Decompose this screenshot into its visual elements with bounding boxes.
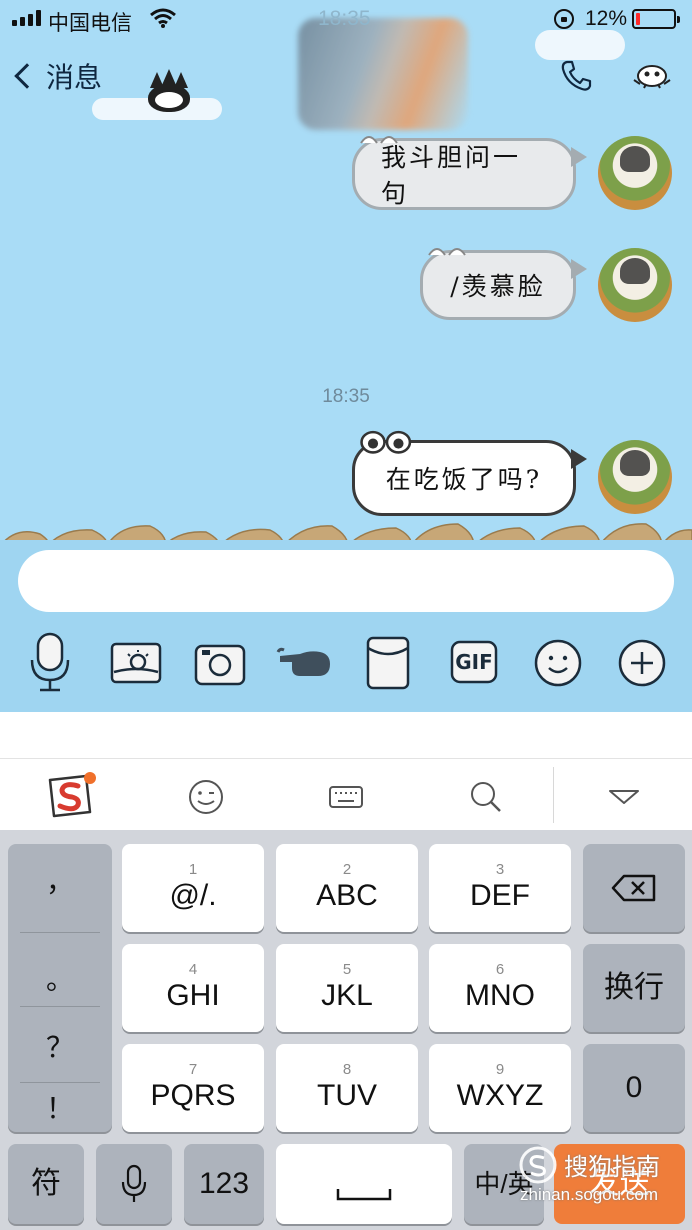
photo-icon[interactable] <box>108 630 164 696</box>
voice-key[interactable] <box>96 1144 172 1224</box>
message-input[interactable] <box>18 550 674 612</box>
watermark-url: zhinan.sogou.com <box>520 1185 658 1204</box>
key-6[interactable]: 6 MNO <box>429 944 571 1032</box>
avatar[interactable] <box>598 248 672 322</box>
message-text: /羡慕脸 <box>450 272 546 301</box>
backspace-key[interactable] <box>583 844 685 932</box>
key-2[interactable]: 2 ABC <box>276 844 418 932</box>
time-divider: 18:35 <box>322 386 370 407</box>
message-bubble[interactable]: 我斗胆问一句 <box>352 136 587 210</box>
key-7[interactable]: 7 PQRS <box>122 1044 264 1132</box>
key-number: 1 <box>188 861 198 878</box>
watermark: 搜狗指南 zhinan.sogou.com <box>512 1145 682 1215</box>
key-label: DEF <box>470 879 530 912</box>
profile-icon[interactable] <box>630 62 674 90</box>
key-label: PQRS <box>150 1079 236 1112</box>
microphone-icon <box>121 1164 147 1202</box>
key-label: WXYZ <box>456 1079 544 1112</box>
red-packet-icon[interactable] <box>360 630 416 696</box>
bubble-eyes-decoration <box>360 430 412 454</box>
key-label: MNO <box>465 979 535 1012</box>
microphone-icon[interactable] <box>22 630 78 696</box>
wifi-icon <box>150 8 176 28</box>
back-button[interactable]: 消息 <box>8 56 102 96</box>
divider <box>553 767 554 823</box>
keyboard-icon[interactable] <box>326 777 366 817</box>
phone-icon[interactable] <box>558 58 594 94</box>
key-0[interactable]: 0 <box>583 1044 685 1132</box>
poke-icon[interactable] <box>274 630 336 696</box>
signal-icon <box>12 10 41 26</box>
number-mode-key[interactable]: 123 <box>184 1144 264 1224</box>
message-bubble[interactable]: 在吃饭了吗? <box>352 430 587 516</box>
punctuation-column: ， 。 ？ ！ <box>8 844 112 1132</box>
key-4[interactable]: 4 GHI <box>122 944 264 1032</box>
key-label: 换行 <box>604 971 664 1004</box>
key-number: 2 <box>342 861 352 878</box>
battery-fill <box>636 13 640 25</box>
key-number: 8 <box>342 1061 352 1078</box>
symbols-key[interactable]: 符 <box>8 1144 84 1224</box>
backspace-icon <box>611 874 656 902</box>
key-number: 9 <box>495 1061 505 1078</box>
chat-toolbar: GIF <box>0 630 692 700</box>
key-8[interactable]: 8 TUV <box>276 1044 418 1132</box>
sogou-logo[interactable] <box>46 772 96 820</box>
key-label: JKL <box>321 979 373 1012</box>
status-time: 18:35 <box>318 7 371 30</box>
status-bar: 中国电信 18:35 12% <box>0 0 692 40</box>
chat-background: 中国电信 18:35 12% 消息 我斗胆问一句 /羡慕脸 18:35 在吃饭了… <box>0 0 692 712</box>
battery-percent: 12% <box>585 7 628 30</box>
keyboard-topbar <box>0 758 692 830</box>
key-label: TUV <box>317 1079 377 1112</box>
search-icon[interactable] <box>466 777 506 817</box>
message-text: 我斗胆问一句 <box>381 143 522 208</box>
key-3[interactable]: 3 DEF <box>429 844 571 932</box>
back-label: 消息 <box>46 62 103 93</box>
key-label: 0 <box>625 1071 643 1104</box>
key-number: 3 <box>495 861 505 878</box>
emoji-icon[interactable] <box>186 777 226 817</box>
key-label: @/. <box>169 879 217 912</box>
key-9[interactable]: 9 WXYZ <box>429 1044 571 1132</box>
chevron-left-icon <box>14 63 40 89</box>
message-bubble[interactable]: /羡慕脸 <box>420 248 587 320</box>
rotation-lock-icon <box>554 9 574 29</box>
bubble-eyes-decoration <box>360 136 398 144</box>
plus-icon[interactable] <box>614 630 670 696</box>
key-5[interactable]: 5 JKL <box>276 944 418 1032</box>
gif-label: GIF <box>455 650 493 674</box>
battery-icon <box>632 9 680 29</box>
key-label: 符 <box>31 1167 61 1200</box>
key-label: GHI <box>166 979 220 1012</box>
bubble-eyes-decoration <box>428 248 466 256</box>
message-text: 在吃饭了吗? <box>385 465 543 494</box>
key-number: 6 <box>495 961 505 978</box>
mascot-decoration <box>148 69 190 112</box>
key-number: 4 <box>188 961 198 978</box>
newline-key[interactable]: 换行 <box>583 944 685 1032</box>
space-key[interactable] <box>276 1144 452 1224</box>
punct-key-question[interactable]: ？ <box>8 1010 112 1082</box>
camera-icon[interactable] <box>192 630 248 696</box>
collapse-icon[interactable] <box>604 777 644 817</box>
punct-key-exclaim[interactable]: ！ <box>8 1082 112 1132</box>
punct-key-period[interactable]: 。 <box>8 942 112 1014</box>
gif-icon[interactable]: GIF <box>446 630 502 696</box>
avatar[interactable] <box>598 136 672 210</box>
key-number: 7 <box>188 1061 198 1078</box>
key-number: 5 <box>342 961 352 978</box>
avatar[interactable] <box>598 440 672 514</box>
key-label: ABC <box>316 879 378 912</box>
key-1[interactable]: 1 @/. <box>122 844 264 932</box>
key-label: 123 <box>198 1167 250 1200</box>
punct-key-comma[interactable]: ， <box>8 844 112 916</box>
watermark-logo <box>519 1146 557 1184</box>
watermark-name: 搜狗指南 <box>564 1153 660 1181</box>
emoji-icon[interactable] <box>530 630 586 696</box>
carrier-name: 中国电信 <box>48 12 132 35</box>
space-icon <box>336 1189 392 1201</box>
